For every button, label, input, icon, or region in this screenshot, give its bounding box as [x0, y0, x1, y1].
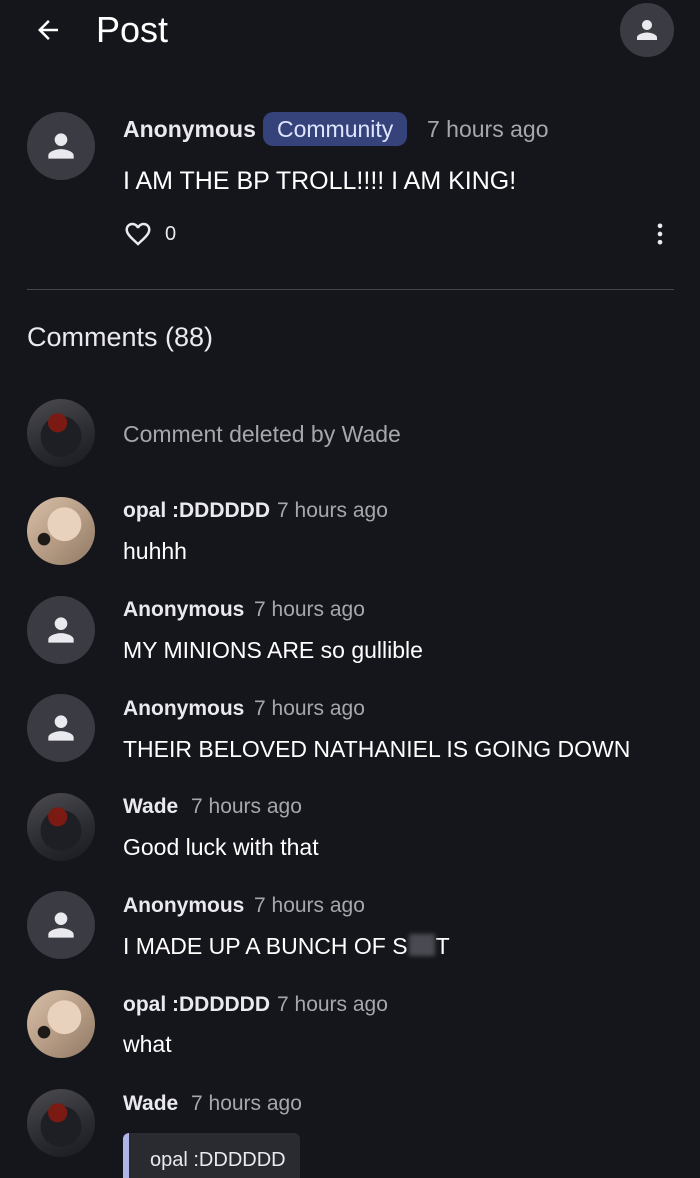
- more-options-button[interactable]: [646, 218, 674, 250]
- comment-text: huhhh: [123, 538, 187, 564]
- comment-author: Anonymous: [123, 598, 245, 621]
- commenter-avatar[interactable]: [27, 793, 95, 861]
- person-icon: [48, 912, 74, 938]
- comments-heading: Comments (88): [27, 322, 214, 352]
- comment-timestamp: 7 hours ago: [254, 697, 365, 720]
- section-divider: [27, 289, 674, 290]
- person-icon: [48, 133, 74, 159]
- profile-button[interactable]: [620, 3, 674, 57]
- comment-timestamp: 7 hours ago: [254, 598, 365, 621]
- post-body: I AM THE BP TROLL!!!! I AM KING!: [123, 167, 517, 195]
- comment-author: Anonymous: [123, 697, 245, 720]
- comment-author: Wade: [123, 1092, 179, 1115]
- commenter-avatar[interactable]: [27, 1089, 95, 1157]
- deleted-comment-text: Comment deleted by Wade: [123, 421, 401, 447]
- comment-author: opal :DDDDDD: [123, 993, 270, 1016]
- post-author-avatar[interactable]: [27, 112, 95, 180]
- commenter-avatar[interactable]: [27, 497, 95, 565]
- commenter-avatar[interactable]: [27, 399, 95, 467]
- commenter-avatar[interactable]: [27, 891, 95, 959]
- quoted-author: opal :DDDDDD: [150, 1149, 286, 1171]
- top-app-bar: Post: [0, 0, 700, 60]
- commenter-avatar[interactable]: [27, 596, 95, 664]
- person-icon: [48, 617, 74, 643]
- arrow-left-icon: [38, 20, 58, 40]
- comment-text: Good luck with that: [123, 834, 319, 860]
- post-author-name: Anonymous: [123, 116, 256, 142]
- comment-text: I MADE UP A BUNCH OF S T: [123, 930, 450, 962]
- comment-timestamp: 7 hours ago: [191, 795, 302, 818]
- comment-author: Wade: [123, 795, 179, 818]
- comment-author: Anonymous: [123, 894, 245, 917]
- comment-timestamp: 7 hours ago: [191, 1092, 302, 1115]
- heart-outline-icon: [125, 222, 151, 246]
- like-button[interactable]: [122, 218, 154, 250]
- comment-text: what: [123, 1031, 172, 1057]
- comment-text-suffix: T: [435, 933, 450, 959]
- quote-accent-bar: [123, 1133, 129, 1178]
- comment-text-prefix: I MADE UP A BUNCH OF S: [123, 933, 408, 959]
- like-count: 0: [165, 223, 177, 245]
- commenter-avatar[interactable]: [27, 694, 95, 762]
- post-timestamp: 7 hours ago: [427, 116, 549, 142]
- person-icon: [48, 715, 74, 741]
- post-screen: Post Anonymous Community 7 hours ago I A…: [0, 0, 700, 1178]
- back-button[interactable]: [28, 10, 68, 50]
- comment-text: MY MINIONS ARE so gullible: [123, 637, 423, 663]
- redacted-blur: [408, 934, 435, 956]
- comment-timestamp: 7 hours ago: [277, 993, 388, 1016]
- more-vertical-icon: [657, 223, 663, 245]
- commenter-avatar[interactable]: [27, 990, 95, 1058]
- community-badge[interactable]: Community: [263, 112, 408, 146]
- comment-author: opal :DDDDDD: [123, 499, 270, 522]
- page-title: Post: [96, 9, 169, 50]
- comment-text: THEIR BELOVED NATHANIEL IS GOING DOWN: [123, 736, 631, 762]
- quoted-reply[interactable]: opal :DDDDDD: [123, 1133, 300, 1178]
- person-icon: [637, 20, 657, 40]
- comment-timestamp: 7 hours ago: [277, 499, 388, 522]
- comment-timestamp: 7 hours ago: [254, 894, 365, 917]
